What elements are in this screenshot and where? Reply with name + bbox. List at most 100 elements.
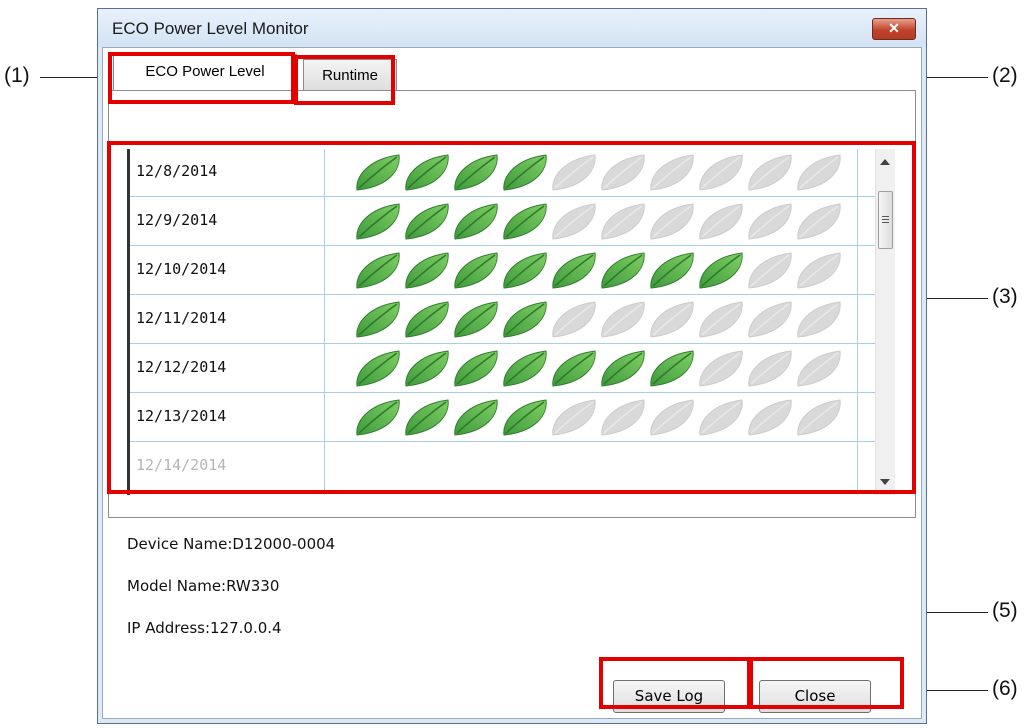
row-date: 12/10/2014 (136, 260, 227, 278)
leaf-active-icon (454, 203, 498, 240)
callout-1: (1) (4, 64, 30, 87)
tab-eco-power-level[interactable]: ECO Power Level (113, 54, 297, 90)
leaf-active-icon (601, 252, 645, 289)
leaf-active-icon (405, 154, 449, 191)
row-date: 12/8/2014 (136, 162, 218, 180)
grid-row: 12/9/2014 (130, 198, 876, 246)
eco-level-leaves (352, 251, 852, 291)
leaf-active-icon (503, 301, 547, 338)
leaf-active-icon (503, 203, 547, 240)
leaf-active-icon (356, 252, 400, 289)
eco-level-leaves (352, 153, 852, 193)
callout-3: (3) (992, 285, 1018, 308)
callout-2: (2) (992, 64, 1018, 87)
eco-level-leaves (352, 349, 852, 389)
leaf-inactive-icon (699, 350, 743, 387)
window-title: ECO Power Level Monitor (112, 19, 309, 38)
leaf-inactive-icon (699, 203, 743, 240)
leaf-inactive-icon (748, 154, 792, 191)
model-name-label: Model Name:RW330 (127, 577, 280, 595)
leaf-active-icon (552, 350, 596, 387)
tab-runtime[interactable]: Runtime (303, 59, 397, 91)
leaf-active-icon (356, 350, 400, 387)
grid-row: 12/11/2014 (130, 296, 876, 344)
callout-5: (5) (992, 599, 1018, 622)
row-date: 12/12/2014 (136, 358, 227, 376)
leaf-inactive-icon (650, 399, 694, 436)
leaf-inactive-icon (699, 399, 743, 436)
leaf-inactive-icon (650, 154, 694, 191)
row-date: 12/11/2014 (136, 309, 227, 327)
leaf-inactive-icon (748, 301, 792, 338)
leaf-active-icon (405, 301, 449, 338)
leaf-inactive-icon (699, 154, 743, 191)
leaf-inactive-icon (699, 301, 743, 338)
leaf-active-icon (356, 399, 400, 436)
leaf-active-icon (650, 252, 694, 289)
eco-level-leaves (352, 398, 852, 438)
leaf-inactive-icon (797, 154, 841, 191)
leaf-inactive-icon (650, 301, 694, 338)
leaf-inactive-icon (552, 301, 596, 338)
close-button[interactable]: Close (759, 680, 871, 713)
ip-address-label: IP Address:127.0.0.4 (127, 619, 282, 637)
leaf-active-icon (405, 203, 449, 240)
leaf-active-icon (454, 399, 498, 436)
leaf-active-icon (650, 350, 694, 387)
leaf-inactive-icon (797, 399, 841, 436)
leaf-active-icon (552, 252, 596, 289)
leaf-active-icon (454, 154, 498, 191)
grid-row: 12/14/2014 (130, 443, 876, 491)
scroll-up-arrow-icon[interactable] (880, 159, 890, 165)
device-name-label: Device Name:D12000-0004 (127, 535, 336, 553)
leaf-active-icon (356, 203, 400, 240)
leaf-inactive-icon (601, 399, 645, 436)
leaf-inactive-icon (797, 350, 841, 387)
scroll-down-arrow-icon[interactable] (880, 479, 890, 485)
scroll-thumb[interactable] (878, 191, 893, 249)
power-level-grid[interactable]: 12/8/2014 12/9/2014 12/10/2014 12/11/2014 12… (127, 149, 876, 495)
window-close-button[interactable]: ✕ (872, 18, 916, 40)
callout-6: (6) (992, 677, 1018, 700)
eco-level-leaves (352, 202, 852, 242)
leaf-inactive-icon (748, 203, 792, 240)
leaf-active-icon (405, 252, 449, 289)
leaf-active-icon (503, 252, 547, 289)
leaf-inactive-icon (797, 252, 841, 289)
leaf-inactive-icon (601, 203, 645, 240)
leaf-inactive-icon (650, 203, 694, 240)
leaf-active-icon (503, 399, 547, 436)
grid-scrollbar[interactable] (875, 149, 895, 495)
grid-row: 12/8/2014 (130, 149, 876, 197)
row-date: 12/9/2014 (136, 211, 218, 229)
leaf-active-icon (405, 399, 449, 436)
client-area: ECO Power Level Runtime 12/8/2014 12/9/20… (102, 47, 922, 719)
leaf-inactive-icon (748, 399, 792, 436)
leaf-inactive-icon (552, 154, 596, 191)
leaf-inactive-icon (797, 203, 841, 240)
leaf-active-icon (503, 350, 547, 387)
leaf-active-icon (405, 350, 449, 387)
leaf-inactive-icon (601, 154, 645, 191)
title-bar: ECO Power Level Monitor ✕ (98, 9, 926, 47)
save-log-button[interactable]: Save Log (613, 680, 725, 713)
leaf-inactive-icon (552, 399, 596, 436)
leaf-inactive-icon (748, 350, 792, 387)
leaf-active-icon (454, 350, 498, 387)
leaf-inactive-icon (797, 301, 841, 338)
row-date: 12/14/2014 (136, 456, 227, 474)
leaf-active-icon (356, 154, 400, 191)
leaf-inactive-icon (748, 252, 792, 289)
eco-monitor-window: ECO Power Level Monitor ✕ ECO Power Leve… (97, 8, 927, 724)
leaf-active-icon (454, 301, 498, 338)
eco-level-leaves (352, 300, 852, 340)
leaf-active-icon (454, 252, 498, 289)
grid-row: 12/13/2014 (130, 394, 876, 442)
leaf-inactive-icon (552, 203, 596, 240)
leaf-active-icon (503, 154, 547, 191)
grid-row: 12/12/2014 (130, 345, 876, 393)
grid-row: 12/10/2014 (130, 247, 876, 295)
leaf-active-icon (601, 350, 645, 387)
leaf-active-icon (699, 252, 743, 289)
row-date: 12/13/2014 (136, 407, 227, 425)
